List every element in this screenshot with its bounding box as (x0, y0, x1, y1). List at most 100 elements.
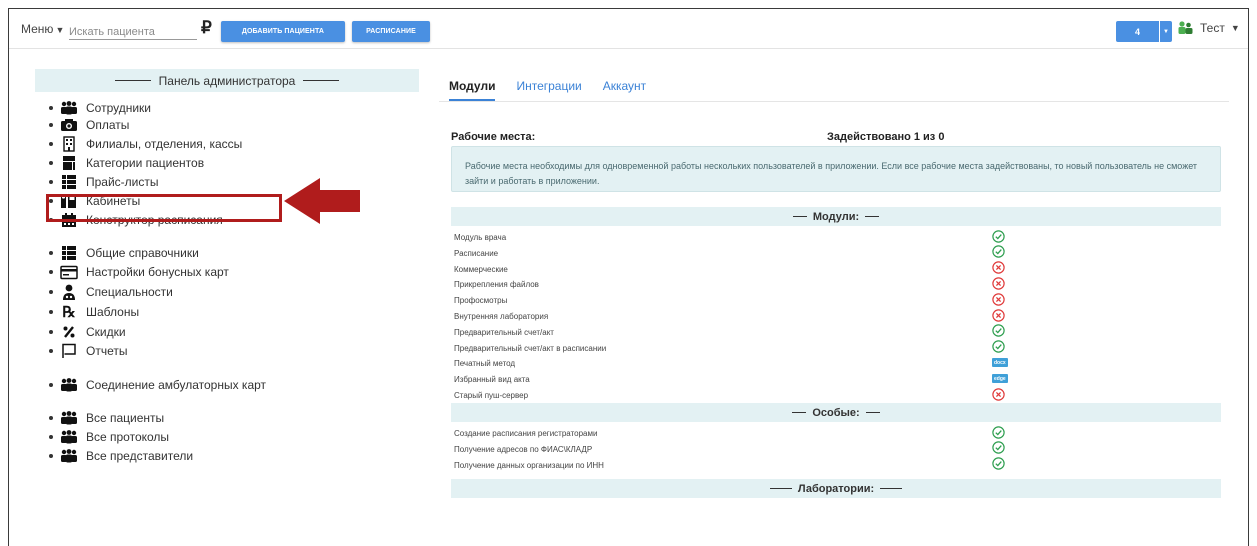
workplaces-title: Рабочие места: (451, 131, 536, 143)
module-label: Коммерческие (454, 264, 508, 274)
users-icon (60, 410, 78, 426)
tab-modules[interactable]: Модули (449, 79, 496, 101)
patient-search-input[interactable] (69, 20, 197, 40)
check-circle-icon (991, 457, 1005, 471)
add-patient-button[interactable]: ДОБАВИТЬ ПАЦИЕНТА (221, 21, 345, 42)
users-green-icon (1178, 21, 1193, 34)
module-row: Предварительный счет/акт в расписании (454, 340, 1224, 356)
nav-item-merge-cards[interactable]: Соединение амбулаторных карт (49, 376, 266, 394)
nav-item-price-lists[interactable]: Прайс-листы (49, 173, 159, 191)
caret-down-icon: ▼ (1230, 22, 1240, 33)
list-icon (60, 174, 78, 190)
ruble-icon[interactable]: ₽ (201, 18, 212, 38)
section-modules: Модули: (451, 207, 1221, 226)
x-circle-icon (991, 261, 1005, 275)
x-circle-icon (991, 292, 1005, 306)
method-badge[interactable]: docx (992, 358, 1008, 368)
rx-icon: ℞ (62, 304, 76, 321)
building-icon (60, 136, 78, 152)
user-name: Тест (1200, 20, 1225, 35)
percent-icon (60, 324, 78, 340)
list-icon (60, 245, 78, 261)
module-label: Избранный вид акта (454, 375, 530, 385)
nav-item-label: Все представители (86, 449, 194, 463)
module-row: Прикрепления файлов (454, 276, 1224, 292)
nav-item-label: Отчеты (86, 344, 128, 358)
check-circle-icon (991, 245, 1005, 259)
nav-item-specialties[interactable]: Специальности (49, 283, 173, 301)
users-icon (60, 377, 78, 393)
nav-item-employees[interactable]: Сотрудники (49, 99, 151, 117)
module-row: Получение адресов по ФИАС\КЛАДР (454, 441, 1224, 457)
nav-item-common-references[interactable]: Общие справочники (49, 244, 199, 262)
check-circle-icon (991, 324, 1005, 338)
red-arrow-icon (284, 178, 360, 224)
user-menu[interactable]: Тест ▼ (1177, 20, 1240, 35)
method-badge[interactable]: edge (992, 374, 1008, 384)
nav-item-label: Филиалы, отделения, кассы (86, 137, 243, 151)
top-bar: Меню▼ ₽ ДОБАВИТЬ ПАЦИЕНТА РАСПИСАНИЕ 4 ▼… (9, 9, 1248, 49)
nav-item-all-protocols[interactable]: Все протоколы (49, 428, 169, 446)
module-row: Создание расписания регистраторами (454, 425, 1224, 441)
nav-item-label: Скидки (86, 325, 126, 339)
module-row: Коммерческие (454, 261, 1224, 277)
tab-account[interactable]: Аккаунт (603, 79, 646, 101)
module-row: Профосмотры (454, 292, 1224, 308)
admin-panel: Панель администратора Сотрудники Оплаты … (35, 69, 419, 463)
nav-item-label: Категории пациентов (86, 156, 205, 170)
module-row: Старый пуш-сервер (454, 387, 1224, 403)
x-circle-icon (991, 387, 1005, 401)
section-labs: Лаборатории: (451, 479, 1221, 498)
nav-item-templates[interactable]: ℞ Шаблоны (49, 303, 139, 321)
nav-item-branches[interactable]: Филиалы, отделения, кассы (49, 135, 242, 153)
check-circle-icon (991, 441, 1005, 455)
module-label: Прикрепления файлов (454, 280, 539, 290)
module-label: Печатный метод (454, 359, 516, 369)
check-circle-icon (991, 425, 1005, 439)
section-title: Особые: (812, 406, 860, 419)
module-row: Модуль врача (454, 229, 1224, 245)
section-title: Лаборатории: (797, 482, 875, 495)
module-label: Старый пуш-сервер (454, 391, 529, 400)
module-label: Расписание (454, 248, 499, 258)
nav-item-label: Соединение амбулаторных карт (86, 378, 267, 392)
module-label: Предварительный счет/акт в расписании (454, 343, 607, 353)
nav-item-patient-categories[interactable]: Категории пациентов (49, 154, 204, 172)
section-title: Модули: (812, 210, 860, 223)
schedule-button[interactable]: РАСПИСАНИЕ (352, 21, 430, 42)
nav-item-label: Все пациенты (86, 411, 165, 425)
module-row: Предварительный счет/акт (454, 324, 1224, 340)
highlight-box (46, 194, 282, 222)
module-row: Получение данных организации по ИНН (454, 457, 1224, 473)
check-circle-icon (991, 340, 1005, 354)
users-icon (60, 448, 78, 464)
nav-item-label: Специальности (86, 285, 173, 299)
nav-item-discounts[interactable]: Скидки (49, 323, 126, 341)
workplaces-info: Рабочие места необходимы для одновременн… (451, 146, 1221, 192)
check-circle-icon (991, 229, 1005, 243)
x-circle-icon (991, 308, 1005, 322)
x-circle-icon (991, 276, 1005, 290)
nav-item-bonus-cards[interactable]: Настройки бонусных карт (49, 263, 229, 281)
tab-integrations[interactable]: Интеграции (516, 79, 581, 101)
module-label: Профосмотры (454, 296, 508, 306)
users-icon (60, 429, 78, 445)
caret-down-icon: ▼ (55, 25, 65, 35)
module-label: Создание расписания регистраторами (454, 429, 598, 438)
nav-item-all-patients[interactable]: Все пациенты (49, 409, 164, 427)
doctor-icon (60, 284, 78, 300)
users-icon (60, 100, 78, 116)
counter-button[interactable]: 4 (1116, 21, 1159, 42)
app-window: Меню▼ ₽ ДОБАВИТЬ ПАЦИЕНТА РАСПИСАНИЕ 4 ▼… (8, 8, 1249, 546)
nav-item-label: Все протоколы (86, 430, 170, 444)
module-row: Печатный метод docx (454, 355, 1224, 371)
chevron-down-icon[interactable]: ▼ (1160, 21, 1172, 42)
flag-icon (60, 343, 78, 359)
nav-item-all-representatives[interactable]: Все представители (49, 447, 193, 465)
menu-button[interactable]: Меню ▼ (21, 22, 64, 36)
module-row: Внутренняя лаборатория (454, 308, 1224, 324)
nav-item-payments[interactable]: Оплаты (49, 116, 129, 134)
patient-category-icon (60, 155, 78, 171)
module-label: Получение адресов по ФИАС\КЛАДР (454, 444, 593, 454)
nav-item-reports[interactable]: Отчеты (49, 342, 127, 360)
